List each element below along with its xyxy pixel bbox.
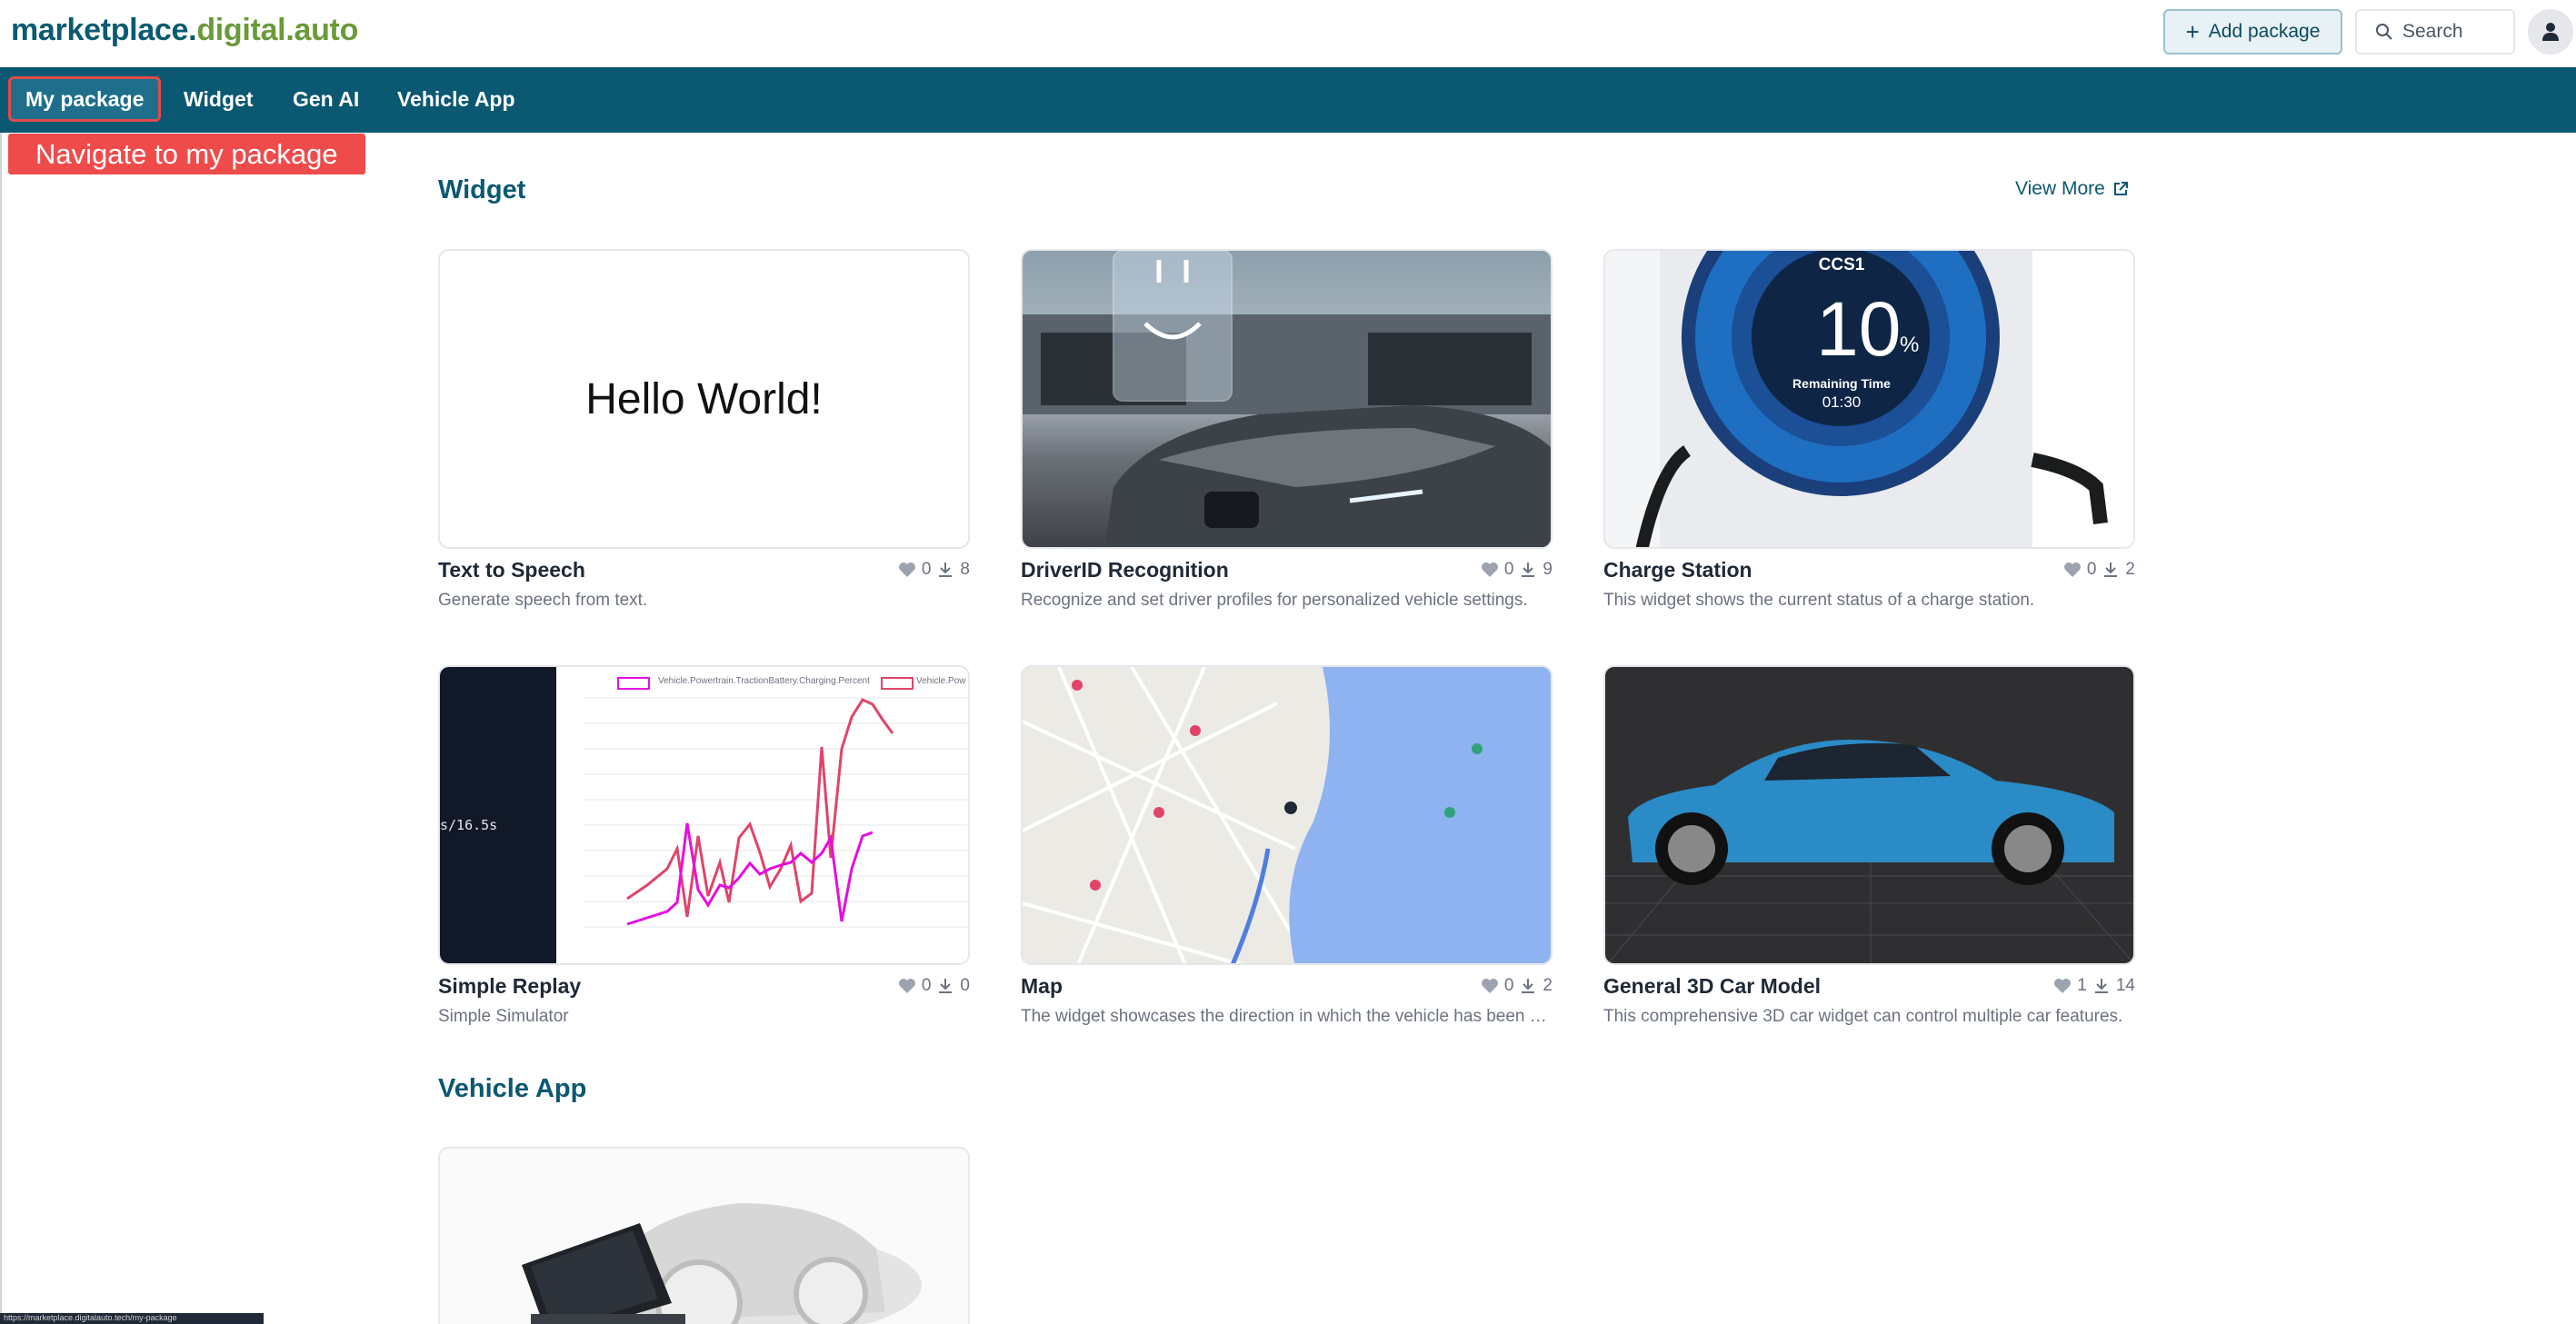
widget-title: DriverID Recognition [1021, 558, 1229, 582]
charger-connector-label: CCS1 [1818, 255, 1865, 274]
widget-title: Charge Station [1603, 558, 1752, 582]
3d-car-image [1605, 740, 2133, 963]
widget-card-map[interactable]: Map 0 2 The widget showcases the directi… [1021, 665, 1553, 1026]
add-package-button[interactable]: + Add package [2163, 9, 2342, 55]
download-icon [2104, 562, 2118, 577]
heart-icon [1481, 979, 1498, 993]
like-count: 0 [921, 560, 932, 579]
widget-card-general-3d-car-model[interactable]: General 3D Car Model 1 14 This comprehen… [1603, 665, 2135, 1026]
vehicle-app-card[interactable] [438, 1147, 970, 1324]
widget-stats: 0 8 [898, 560, 970, 580]
download-icon [1522, 562, 1535, 577]
view-more-label: View More [2015, 178, 2105, 199]
vehicle-app-section-title: Vehicle App [438, 1074, 587, 1103]
download-count: 14 [2115, 976, 2135, 995]
replay-time-text: s/16.5s [440, 817, 498, 833]
like-count: 0 [1503, 976, 1514, 995]
main-nav: My package Widget Gen AI Vehicle App [0, 67, 2576, 133]
chart-legend-1: Vehicle.Powertrain.TractionBattery.Charg… [658, 676, 870, 686]
like-count: 0 [921, 976, 932, 995]
remaining-time-label: Remaining Time [1792, 376, 1891, 391]
widget-card-text-to-speech[interactable]: Hello World! Text to Speech 0 8 Generate… [438, 249, 970, 610]
widget-description: Recognize and set driver profiles for pe… [1021, 591, 1528, 610]
heart-icon [898, 562, 915, 577]
car-image [1023, 251, 1551, 547]
widget-description: This widget shows the current status of … [1603, 591, 2035, 610]
nav-gen-ai[interactable]: Gen AI [278, 76, 374, 122]
heart-icon [898, 979, 915, 993]
charge-percent-unit: % [1900, 333, 1920, 357]
user-icon [2542, 23, 2559, 41]
download-icon [1522, 979, 1535, 993]
replay-chart-image [584, 677, 968, 928]
download-icon [2094, 979, 2108, 993]
nav-my-package[interactable]: My package [8, 76, 162, 122]
download-count: 8 [960, 560, 970, 579]
widget-description: This comprehensive 3D car widget can con… [1603, 1007, 2123, 1026]
add-package-label: Add package [2208, 21, 2321, 42]
hello-world-text: Hello World! [585, 374, 823, 423]
widget-section-title: Widget [438, 175, 526, 204]
search-icon [2376, 24, 2392, 40]
widget-title: Simple Replay [438, 974, 582, 998]
nav-vehicle-app[interactable]: Vehicle App [383, 76, 530, 122]
widget-description: Simple Simulator [438, 1007, 569, 1026]
vehicle-app-image [440, 1149, 968, 1324]
external-link-icon [2113, 182, 2128, 195]
widget-title: General 3D Car Model [1603, 974, 1822, 998]
widget-stats: 1 14 [2053, 976, 2135, 996]
remaining-time-value: 01:30 [1822, 393, 1862, 411]
heart-icon [2063, 562, 2081, 577]
widget-card-simple-replay[interactable]: s/16.5s Vehicle.Powertrain.TractionBatte… [438, 665, 970, 1026]
like-count: 0 [1503, 560, 1514, 579]
heart-icon [2054, 979, 2072, 993]
widget-card-charge-station[interactable]: CCS1 10 % Remaining Time 01:30 Charge St… [1603, 249, 2135, 610]
site-logo[interactable]: marketplace.digital.auto [11, 13, 358, 48]
browser-status-url: https://marketplace.digitalauto.tech/my-… [0, 1313, 264, 1324]
widget-thumbnail[interactable] [1021, 665, 1553, 965]
navigation-hint-label: Navigate to my package [8, 134, 365, 174]
widget-stats: 0 2 [1481, 976, 1553, 996]
widget-title: Text to Speech [438, 558, 585, 582]
chart-legend-2: Vehicle.Pow [916, 676, 966, 686]
charge-percent-value: 10 [1816, 286, 1902, 372]
widget-thumbnail[interactable]: s/16.5s Vehicle.Powertrain.TractionBatte… [438, 665, 970, 965]
logo-part-1: marketplace. [11, 13, 197, 47]
widget-thumbnail[interactable]: Hello World! [438, 249, 970, 549]
widget-stats: 0 9 [1481, 560, 1553, 580]
download-count: 2 [2125, 560, 2135, 579]
download-count: 0 [960, 976, 970, 995]
like-count: 1 [2077, 976, 2087, 995]
top-header: marketplace.digital.auto + Add package S… [0, 0, 2576, 67]
search-input[interactable]: Search [2355, 9, 2515, 55]
widget-thumbnail[interactable]: CCS1 10 % Remaining Time 01:30 [1603, 249, 2135, 549]
widget-title: Map [1021, 974, 1063, 998]
logo-part-2: digital.auto [196, 13, 359, 47]
download-icon [939, 979, 953, 993]
heart-icon [1481, 562, 1498, 577]
vehicle-app-thumbnail[interactable] [438, 1147, 970, 1324]
widget-stats: 0 0 [898, 976, 970, 996]
widget-description: Generate speech from text. [438, 591, 648, 610]
download-count: 9 [1543, 560, 1553, 579]
left-divider [0, 133, 2, 1324]
download-count: 2 [1543, 976, 1553, 995]
download-icon [939, 562, 953, 577]
widget-thumbnail[interactable] [1021, 249, 1553, 549]
nav-widget[interactable]: Widget [169, 76, 267, 122]
widget-description: The widget showcases the direction in wh… [1021, 1007, 1553, 1026]
widget-thumbnail[interactable] [1603, 665, 2135, 965]
search-placeholder: Search [2402, 21, 2463, 42]
replay-dark-panel: s/16.5s [440, 667, 556, 963]
plus-icon: + [2185, 18, 2200, 45]
widget-card-driverid-recognition[interactable]: DriverID Recognition 0 9 Recognize and s… [1021, 249, 1553, 610]
like-count: 0 [2086, 560, 2097, 579]
widget-stats: 0 2 [2063, 560, 2135, 580]
map-image [1023, 667, 1551, 963]
view-more-link[interactable]: View More [2015, 178, 2129, 200]
user-avatar[interactable] [2528, 9, 2573, 55]
